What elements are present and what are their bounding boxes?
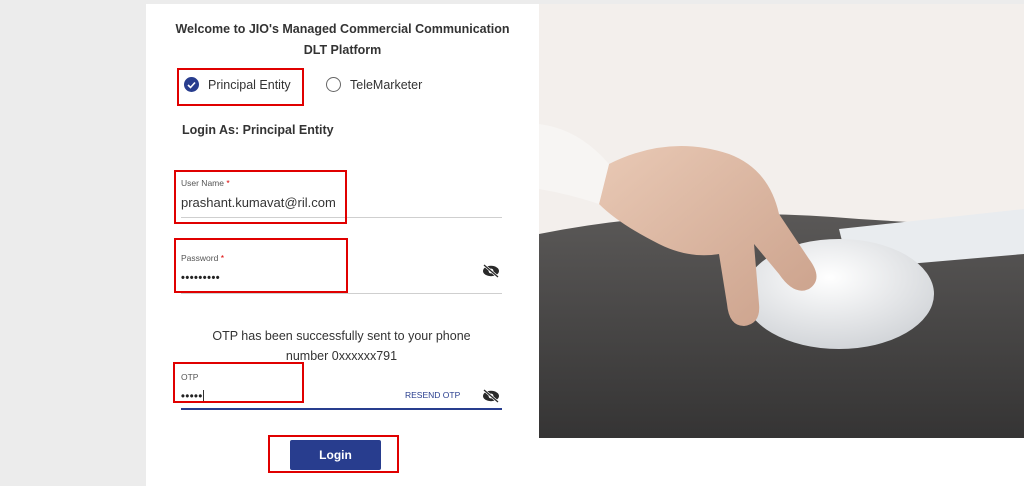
title-line-1: Welcome to JIO's Managed Commercial Comm… xyxy=(175,22,510,36)
title-line-2: DLT Platform xyxy=(303,43,382,57)
radio-label-telemarketer: TeleMarketer xyxy=(350,77,423,92)
password-underline xyxy=(181,293,502,294)
radio-telemarketer[interactable]: TeleMarketer xyxy=(326,77,422,92)
hero-image xyxy=(539,4,1024,438)
otp-sent-message: OTP has been successfully sent to your p… xyxy=(212,329,471,363)
check-icon xyxy=(184,77,199,92)
hand-on-mouse-illustration xyxy=(539,4,1024,438)
login-as-heading: Login As: Principal Entity xyxy=(182,123,334,137)
password-label: Password * xyxy=(181,253,225,263)
eye-slash-icon[interactable] xyxy=(481,264,501,278)
radio-principal-entity[interactable]: Principal Entity xyxy=(184,77,291,92)
otp-underline xyxy=(181,408,502,410)
username-label: User Name * xyxy=(181,178,230,188)
login-button[interactable]: Login xyxy=(290,440,381,470)
login-panel: Welcome to JIO's Managed Commercial Comm… xyxy=(146,4,539,486)
eye-slash-icon[interactable] xyxy=(481,389,501,403)
highlight-box-password xyxy=(174,238,348,293)
username-input[interactable] xyxy=(181,195,401,210)
password-input[interactable]: ••••••••• xyxy=(181,272,220,284)
otp-input[interactable]: ••••• xyxy=(181,390,204,403)
username-underline xyxy=(181,217,502,218)
page-title: Welcome to JIO's Managed Commercial Comm… xyxy=(146,19,539,61)
otp-label: OTP xyxy=(181,372,199,382)
radio-label-principal-entity: Principal Entity xyxy=(208,77,291,92)
below-image-area xyxy=(539,438,1024,486)
radio-unchecked-icon xyxy=(326,77,341,92)
resend-otp-link[interactable]: RESEND OTP xyxy=(405,390,460,400)
